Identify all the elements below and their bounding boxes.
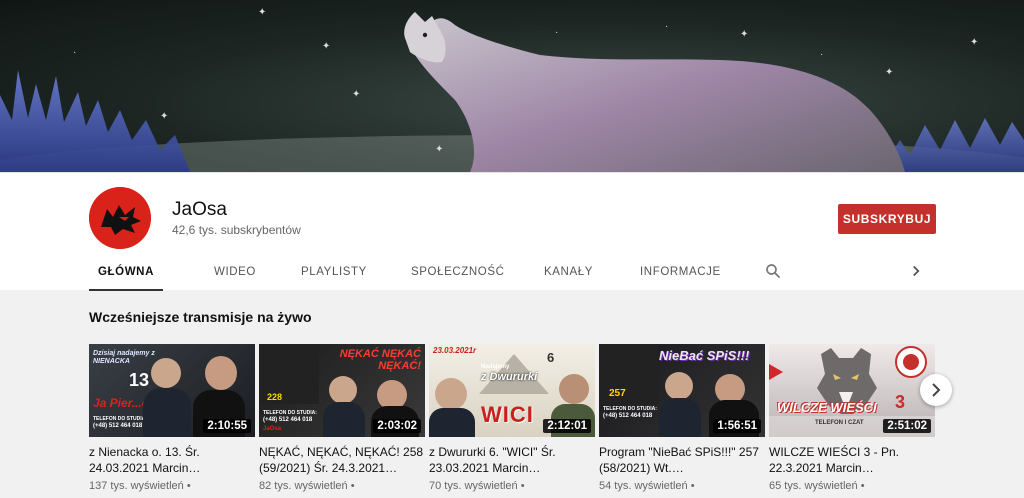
search-icon[interactable] xyxy=(764,262,782,280)
thumb-person-body xyxy=(143,388,191,437)
video-title[interactable]: z Nienacka o. 13. Śr. 24.03.2021 Marcin… xyxy=(89,444,255,476)
thumb-number: 6 xyxy=(547,350,555,365)
tab-channels[interactable]: KANAŁY xyxy=(544,253,593,291)
carousel-next-button[interactable] xyxy=(920,374,952,406)
tab-about[interactable]: INFORMACJE xyxy=(640,253,721,291)
thumb-person-body xyxy=(659,398,701,437)
thumb-sub: Nadajemy xyxy=(481,364,510,370)
thumb-word: WICI xyxy=(481,402,534,427)
video-title[interactable]: z Dwururki 6. "WICI" Śr. 23.03.2021 Marc… xyxy=(429,444,595,476)
wolf-logo-icon xyxy=(89,187,151,249)
tab-videos[interactable]: WIDEO xyxy=(214,253,256,291)
tab-home[interactable]: GŁÓWNA xyxy=(89,253,163,291)
video-thumbnail[interactable]: WILCZE WIEŚCI 3 TELEFON I CZAT 2:51:02 xyxy=(769,344,935,437)
section-title: Wcześniejsze transmisje na żywo xyxy=(89,309,312,325)
video-view-count: 82 tys. wyświetleń xyxy=(259,480,348,492)
video-duration: 2:03:02 xyxy=(373,419,421,433)
thumb-person xyxy=(665,372,693,400)
tab-playlists[interactable]: PLAYLISTY xyxy=(301,253,367,291)
thumb-date: 23.03.2021r xyxy=(433,346,477,355)
thumb-number: 228 xyxy=(267,392,283,402)
video-view-count: 137 tys. wyświetleń xyxy=(89,480,184,492)
video-views: 137 tys. wyświetleń • xyxy=(89,480,191,492)
thumb-sub: TELEFON I CZAT xyxy=(815,420,864,426)
thumb-phone-label: TELEFON DO STUDIA: xyxy=(93,416,147,422)
thumb-person xyxy=(435,378,467,410)
channel-avatar[interactable] xyxy=(89,187,151,249)
video-card[interactable]: WILCZE WIEŚCI 3 TELEFON I CZAT 2:51:02 W… xyxy=(769,344,935,492)
channel-header: JaOsa 42,6 tys. subskrybentów SUBSKRYBUJ… xyxy=(0,172,1024,291)
subscriber-count: 42,6 tys. subskrybentów xyxy=(172,223,301,237)
video-thumbnail[interactable]: NĘKAĆ NĘKAĆ NĘKAĆ! 228 TELEFON DO STUDIA… xyxy=(259,344,425,437)
video-view-count: 54 tys. wyświetleń xyxy=(599,480,688,492)
video-thumbnail[interactable]: Dzisiaj nadajemy z NIENACKA 13 Ja Pier..… xyxy=(89,344,255,437)
thumb-phone-label: TELEFON DO STUDIA: xyxy=(263,410,317,416)
video-card[interactable]: NieBać SPiS!!! 257 TELEFON DO STUDIA: (+… xyxy=(599,344,765,492)
video-view-count: 65 tys. wyświetleń xyxy=(769,480,858,492)
video-thumbnail[interactable]: NieBać SPiS!!! 257 TELEFON DO STUDIA: (+… xyxy=(599,344,765,437)
video-duration: 1:56:51 xyxy=(713,419,761,433)
video-views: 54 tys. wyświetleń • xyxy=(599,480,695,492)
video-views: 65 tys. wyświetleń • xyxy=(769,480,865,492)
thumb-headline: WILCZE WIEŚCI xyxy=(777,400,877,415)
thumb-tagline: Ja Pier...e xyxy=(93,396,149,410)
video-view-count: 70 tys. wyświetleń xyxy=(429,480,518,492)
thumb-place: z Dwururki xyxy=(481,371,538,383)
video-card[interactable]: 23.03.2021r Nadajemy z Dwururki 6 WICI 2… xyxy=(429,344,595,492)
tab-community[interactable]: SPOŁECZNOŚĆ xyxy=(411,253,505,291)
thumb-person-body xyxy=(429,408,475,437)
thumb-person-body xyxy=(323,402,365,437)
thumb-phone-label: TELEFON DO STUDIA: xyxy=(603,406,657,412)
thumb-person xyxy=(559,374,589,404)
video-thumbnail[interactable]: 23.03.2021r Nadajemy z Dwururki 6 WICI 2… xyxy=(429,344,595,437)
chevron-right-icon xyxy=(932,383,941,397)
channel-name: JaOsa xyxy=(172,199,227,220)
thumb-top-text: Dzisiaj nadajemy z NIENACKA xyxy=(93,350,155,365)
video-duration: 2:12:01 xyxy=(543,419,591,433)
video-card[interactable]: Dzisiaj nadajemy z NIENACKA 13 Ja Pier..… xyxy=(89,344,255,492)
video-title[interactable]: NĘKAĆ, NĘKAĆ, NĘKAĆ! 258 (59/2021) Śr. 2… xyxy=(259,444,425,476)
thumb-phone: (+48) 512 464 018 xyxy=(93,423,143,429)
thumb-number: 257 xyxy=(609,388,626,399)
subscribe-button[interactable]: SUBSKRYBUJ xyxy=(838,204,936,234)
thumb-phone: (+48) 512 464 018 xyxy=(263,417,313,423)
thumb-number: 3 xyxy=(895,392,906,412)
thumb-person xyxy=(151,358,181,388)
wolf-banner-art xyxy=(0,12,1024,172)
thumb-headline: NĘKAĆ NĘKAĆ NĘKAĆ! xyxy=(339,348,421,372)
channel-tabs: GŁÓWNA WIDEO PLAYLISTY SPOŁECZNOŚĆ KANAŁ… xyxy=(89,253,939,291)
thumb-brand: JaOsa xyxy=(263,426,282,432)
video-card[interactable]: NĘKAĆ NĘKAĆ NĘKAĆ! 228 TELEFON DO STUDIA… xyxy=(259,344,425,492)
video-views: 70 tys. wyświetleń • xyxy=(429,480,525,492)
video-title[interactable]: WILCZE WIEŚCI 3 - Pn. 22.3.2021 Marcin… xyxy=(769,444,935,476)
thumb-headline: NieBać SPiS!!! xyxy=(659,348,750,363)
thumb-schedule-panel xyxy=(599,344,659,404)
video-duration: 2:51:02 xyxy=(883,419,931,433)
video-duration: 2:10:55 xyxy=(203,419,251,433)
thumb-phone: (+48) 512 464 018 xyxy=(603,413,653,419)
video-title[interactable]: Program "NieBać SPiS!!!" 257 (58/2021) W… xyxy=(599,444,765,476)
channel-banner: ✦ ✦ ✦ ✦ · ✦ ✦ · ✦ · ✦ · xyxy=(0,0,1024,172)
video-views: 82 tys. wyświetleń • xyxy=(259,480,355,492)
thumb-person xyxy=(205,356,237,390)
chevron-right-icon[interactable] xyxy=(907,262,925,280)
thumb-person xyxy=(329,376,357,404)
thumb-number: 13 xyxy=(129,370,150,390)
